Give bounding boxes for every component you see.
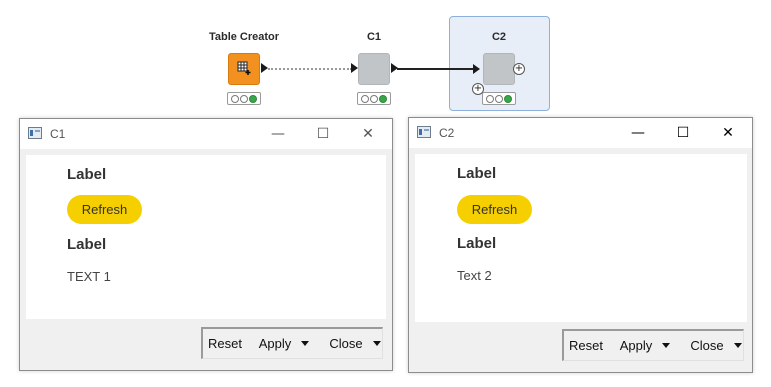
minimize-button[interactable]: — [256, 119, 300, 149]
node-title-table-creator: Table Creator [208, 31, 280, 43]
status-light-icon [249, 94, 258, 103]
status-light-icon [504, 94, 513, 103]
node-c2[interactable] [483, 53, 515, 85]
apply-label: Apply [258, 336, 292, 351]
node-table-creator[interactable] [228, 53, 260, 85]
dialog-c2: C2 — ☐ ✕ Label Refresh Label Text 2 Rese… [408, 117, 753, 373]
close-window-button[interactable]: ✕ [706, 118, 750, 148]
label-heading: Label [457, 235, 497, 252]
close-button[interactable]: Close [324, 329, 382, 358]
status-indicator [227, 92, 261, 105]
output-port-icon[interactable] [261, 63, 268, 73]
maximize-button[interactable]: ☐ [661, 118, 705, 148]
apply-label: Apply [619, 338, 653, 353]
label-heading: Label [67, 236, 107, 253]
maximize-button[interactable]: ☐ [301, 119, 345, 149]
node-title-c1: C1 [366, 31, 382, 43]
status-light-icon [369, 94, 378, 103]
add-output-port-icon[interactable]: + [513, 63, 525, 75]
dialog-c1: C1 — ☐ ✕ Label Refresh Label TEXT 1 Rese… [19, 118, 393, 371]
node-c1[interactable] [358, 53, 390, 85]
window-title: C1 [50, 127, 66, 141]
status-light-icon [239, 94, 248, 103]
text-output: TEXT 1 [67, 269, 111, 284]
status-light-icon [230, 94, 239, 103]
chevron-down-icon[interactable] [372, 341, 381, 346]
connection-c1-c2[interactable] [397, 68, 477, 70]
status-light-icon [494, 94, 503, 103]
label-heading: Label [457, 165, 497, 182]
table-grid-icon [237, 61, 251, 75]
close-label: Close [690, 338, 724, 353]
window-title: C2 [439, 126, 455, 140]
chevron-down-icon[interactable] [733, 343, 742, 348]
status-indicator [357, 92, 391, 105]
output-port-icon[interactable] [391, 63, 398, 73]
window-icon [28, 127, 42, 139]
refresh-button[interactable]: Refresh [67, 195, 142, 224]
dialog-content: Label Refresh Label TEXT 1 [26, 155, 386, 319]
chevron-down-icon[interactable] [301, 341, 310, 346]
window-icon [417, 126, 431, 138]
reset-label: Reset [569, 338, 603, 353]
text-output: Text 2 [457, 268, 492, 283]
dialog-content: Label Refresh Label Text 2 [415, 154, 747, 322]
chevron-down-icon[interactable] [662, 343, 671, 348]
minimize-button[interactable]: — [616, 118, 660, 148]
connection-table-creator-c1[interactable] [268, 68, 352, 70]
dialog-button-bar: Reset Apply Close [201, 327, 383, 359]
label-heading: Label [67, 166, 107, 183]
status-light-icon [379, 94, 388, 103]
apply-button[interactable]: Apply [614, 331, 686, 360]
dialog-button-bar: Reset Apply Close [562, 329, 744, 361]
title-bar[interactable]: C2 — ☐ ✕ [409, 118, 752, 148]
close-window-button[interactable]: ✕ [346, 119, 390, 149]
close-button[interactable]: Close [685, 331, 743, 360]
reset-label: Reset [208, 336, 242, 351]
workflow-canvas: Table Creator C1 C2 + + [0, 0, 771, 118]
title-bar[interactable]: C1 — ☐ ✕ [20, 119, 392, 149]
refresh-button[interactable]: Refresh [457, 195, 532, 224]
close-label: Close [329, 336, 363, 351]
node-title-c2: C2 [491, 31, 507, 43]
apply-button[interactable]: Apply [253, 329, 325, 358]
status-light-icon [360, 94, 369, 103]
input-port-icon[interactable] [351, 63, 358, 73]
status-indicator [482, 92, 516, 105]
reset-button[interactable]: Reset [564, 331, 614, 360]
arrow-head-icon [473, 64, 480, 74]
reset-button[interactable]: Reset [203, 329, 253, 358]
status-light-icon [485, 94, 494, 103]
